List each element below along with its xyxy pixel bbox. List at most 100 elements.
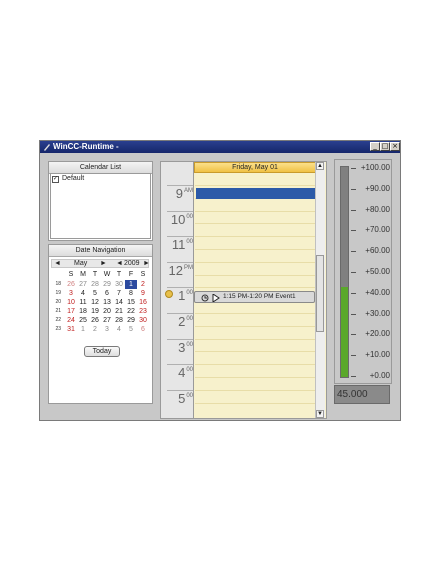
meter-track — [340, 166, 349, 378]
selected-day[interactable]: 1 — [125, 280, 137, 289]
calendar-day[interactable]: 8 — [125, 289, 137, 298]
hour-suffix: 00 — [186, 316, 193, 322]
calendar-day[interactable]: 6 — [101, 289, 113, 298]
hour-divider — [167, 287, 193, 289]
calendar-day[interactable]: 29 — [125, 316, 137, 325]
calendar-day[interactable]: 18 — [77, 307, 89, 316]
calendar-day[interactable]: 21 — [113, 307, 125, 316]
hour-suffix: 00 — [186, 392, 193, 399]
scroll-down-arrow[interactable]: ▼ — [316, 410, 324, 418]
hour-suffix: 00 — [186, 213, 193, 220]
year-label: 2009 — [124, 260, 140, 267]
month-year-nav: ◄ May ► ◄ 2009 ► — [51, 259, 150, 268]
weekday-header: W — [103, 271, 111, 278]
calendar-day[interactable]: 5 — [89, 289, 101, 298]
week-number: 18 — [55, 281, 61, 287]
week-number: 20 — [55, 299, 61, 305]
today-button[interactable]: Today — [84, 346, 120, 357]
day-header[interactable]: Friday, May 01 — [194, 162, 316, 173]
hour-divider — [167, 236, 193, 238]
time-slot-line — [195, 377, 316, 378]
calendar-day[interactable]: 27 — [101, 316, 113, 325]
scale-label: +70.00 — [365, 225, 390, 235]
calendar-day[interactable]: 30 — [113, 280, 125, 289]
calendar-day[interactable]: 6 — [137, 325, 149, 334]
calendar-day[interactable]: 30 — [137, 316, 149, 325]
minimize-button[interactable]: _ — [370, 142, 380, 151]
week-number: 21 — [55, 308, 61, 314]
calendar-day[interactable]: 26 — [89, 316, 101, 325]
close-button[interactable]: × — [390, 142, 400, 151]
mini-calendar-grid: S M T W T F S 18 26 27 28 29 30 1 2 19 3 4 5 6 7 8 9 20 10 11 12 13… — [49, 270, 152, 336]
calendar-day[interactable]: 28 — [113, 316, 125, 325]
time-slot-line — [195, 389, 316, 391]
value-readout: 45.000 — [334, 385, 390, 404]
hour-label: 9AM — [161, 186, 193, 201]
hour-number: 4 — [178, 365, 186, 381]
calendar-day[interactable]: 3 — [101, 325, 113, 334]
calendar-day[interactable]: 19 — [89, 307, 101, 316]
calendar-day[interactable]: 27 — [77, 280, 89, 289]
scroll-thumb[interactable] — [316, 255, 324, 332]
next-year-button[interactable]: ► — [143, 260, 150, 267]
calendar-day[interactable]: 23 — [137, 307, 149, 316]
hour-divider — [167, 261, 193, 263]
calendar-day[interactable]: 13 — [101, 298, 113, 307]
event-item[interactable]: 1:15 PM-1:20 PM Event1 — [194, 291, 315, 303]
calendar-day[interactable]: 5 — [125, 325, 137, 334]
current-time-marker — [165, 290, 173, 298]
scale-label: +20.00 — [365, 329, 390, 339]
time-slot-line — [195, 261, 316, 263]
maximize-button[interactable]: □ — [380, 142, 390, 151]
calendar-day[interactable]: 28 — [89, 280, 101, 289]
calendar-day[interactable]: 25 — [77, 316, 89, 325]
bar-meter: +100.00 +90.00 +80.00 +70.00 +60.00 +50.00 +40… — [334, 159, 392, 384]
calendar-day[interactable]: 29 — [101, 280, 113, 289]
prev-year-button[interactable]: ◄ — [116, 260, 123, 267]
weekday-header: T — [116, 271, 122, 278]
time-slot-line — [195, 402, 316, 404]
scroll-up-arrow[interactable]: ▲ — [316, 162, 324, 170]
hour-divider — [167, 185, 193, 186]
calendar-day[interactable]: 31 — [65, 325, 77, 334]
calendar-day[interactable]: 4 — [113, 325, 125, 334]
calendar-day[interactable]: 15 — [125, 298, 137, 307]
selected-time-slot[interactable] — [196, 188, 317, 199]
calendar-day[interactable]: 1 — [77, 325, 89, 334]
time-slot-line — [195, 351, 316, 353]
calendar-day[interactable]: 22 — [125, 307, 137, 316]
calendar-day[interactable]: 26 — [65, 280, 77, 289]
reminder-icon — [201, 294, 209, 302]
time-slot-line — [195, 185, 316, 186]
hour-number: 9 — [175, 186, 183, 201]
weekday-header: F — [128, 271, 134, 278]
calendar-day[interactable]: 12 — [89, 298, 101, 307]
calendar-day[interactable]: 24 — [65, 316, 77, 325]
app-icon — [44, 144, 50, 151]
scale-label: +100.00 — [360, 163, 390, 172]
calendar-day[interactable]: 2 — [137, 280, 149, 289]
calendar-day[interactable]: 10 — [65, 298, 77, 307]
default-calendar-checkbox[interactable]: ✓ — [52, 176, 59, 183]
calendar-day[interactable]: 16 — [137, 298, 149, 307]
calendar-day[interactable]: 4 — [77, 289, 89, 298]
calendar-day[interactable]: 17 — [65, 307, 77, 316]
prev-month-button[interactable]: ◄ — [54, 260, 61, 267]
calendar-day[interactable]: 14 — [113, 298, 125, 307]
day-view-scrollbar[interactable]: ▲ ▼ — [315, 162, 325, 418]
calendar-day[interactable]: 20 — [101, 307, 113, 316]
day-view[interactable]: 9AM 1000 1100 12PM 100 200 300 400 500 Friday, M… — [160, 161, 327, 419]
calendar-day[interactable]: 11 — [77, 298, 89, 307]
calendar-day[interactable]: 3 — [65, 289, 77, 298]
hour-label: 1000 — [161, 212, 193, 227]
calendar-day[interactable]: 9 — [137, 289, 149, 298]
scale-label: +10.00 — [365, 350, 390, 360]
calendar-day[interactable]: 7 — [113, 289, 125, 298]
title-bar[interactable]: WinCC-Runtime - _ □ × — [40, 141, 400, 153]
calendar-day[interactable]: 2 — [89, 325, 101, 334]
time-slot-line — [195, 223, 316, 225]
hour-suffix: 00 — [186, 290, 193, 297]
next-month-button[interactable]: ► — [100, 260, 107, 267]
calendar-item-default[interactable]: Default — [62, 175, 84, 182]
weekday-header: S — [68, 271, 74, 278]
